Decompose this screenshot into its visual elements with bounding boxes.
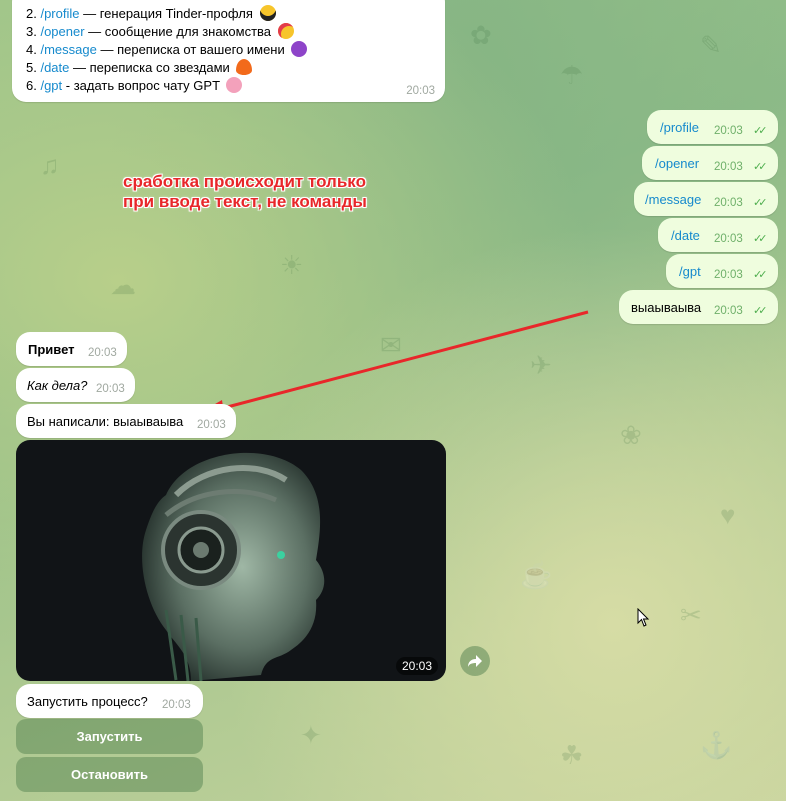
outgoing-message[interactable]: /profile 20:03 ✓✓ <box>647 110 778 144</box>
message-time: 20:03 <box>88 347 117 359</box>
sunglasses-emoji-icon <box>259 5 276 21</box>
smiling-devil-emoji-icon <box>291 41 308 57</box>
annotation-line-2: при вводе текст, не команды <box>123 192 367 211</box>
read-checkmarks-icon: ✓✓ <box>753 233 768 245</box>
forward-share-button[interactable] <box>460 646 490 676</box>
incoming-message[interactable]: Запустить процесс? 20:03 <box>16 684 203 718</box>
message-text: Вы написали: выаываыва <box>27 414 184 429</box>
robot-head-image <box>142 452 325 681</box>
background-doodle-icon: ✂ <box>680 600 702 630</box>
menu-message-bubble: 2. /profile — генерация Tinder-профля 3.… <box>12 0 445 102</box>
menu-line-number: 2. <box>26 6 37 21</box>
message-text[interactable]: /profile <box>660 120 699 135</box>
message-text: выаываыва <box>631 300 702 315</box>
message-time: 20:03 <box>714 125 743 137</box>
command-link-opener[interactable]: /opener <box>40 24 84 39</box>
outgoing-message[interactable]: /message 20:03 ✓✓ <box>634 182 778 216</box>
mouse-cursor-icon <box>637 608 650 627</box>
background-doodle-icon: ✎ <box>700 30 722 60</box>
background-doodle-icon: ☂ <box>560 60 584 90</box>
message-time: 20:03 <box>714 269 743 281</box>
menu-line-profile: 2. /profile — генерация Tinder-профля <box>26 5 276 21</box>
background-doodle-icon: ♫ <box>40 150 60 180</box>
background-doodle-icon: ✦ <box>300 720 322 750</box>
message-time: 20:03 <box>714 233 743 245</box>
background-doodle-icon: ♥ <box>720 500 736 530</box>
background-doodle-icon: ☘ <box>560 740 584 770</box>
menu-line-number: 4. <box>26 42 37 57</box>
message-text[interactable]: /message <box>645 192 701 207</box>
menu-line-number: 3. <box>26 24 37 39</box>
outgoing-message[interactable]: /gpt 20:03 ✓✓ <box>666 254 778 288</box>
background-doodle-icon: ⚓ <box>700 730 733 760</box>
message-text: Запустить процесс? <box>27 694 148 709</box>
outgoing-message[interactable]: выаываыва 20:03 ✓✓ <box>619 290 778 324</box>
menu-line-text: — переписка со звездами <box>69 60 230 75</box>
background-doodle-icon: ☕ <box>520 560 553 590</box>
menu-line-date: 5. /date — переписка со звездами <box>26 59 253 75</box>
menu-line-message: 4. /message — переписка от вашего имени <box>26 41 308 57</box>
background-doodle-icon: ☀ <box>280 250 304 280</box>
read-checkmarks-icon: ✓✓ <box>753 305 768 317</box>
brain-emoji-icon <box>226 77 243 93</box>
menu-line-opener: 3. /opener — сообщение для знакомства <box>26 23 294 39</box>
command-link-gpt[interactable]: /gpt <box>40 78 62 93</box>
incoming-message[interactable]: Привет 20:03 <box>16 332 127 366</box>
menu-line-number: 5. <box>26 60 37 75</box>
command-link-message[interactable]: /message <box>40 42 96 57</box>
outgoing-message[interactable]: /opener 20:03 ✓✓ <box>642 146 778 180</box>
incoming-message[interactable]: Вы написали: выаываыва 20:03 <box>16 404 236 438</box>
background-doodle-icon: ✿ <box>470 20 492 50</box>
menu-line-text: — переписка от вашего имени <box>96 42 285 57</box>
menu-line-number: 6. <box>26 78 37 93</box>
stop-button[interactable]: Остановить <box>16 757 203 792</box>
robot-head-photo[interactable]: 20:03 <box>16 440 446 681</box>
smiling-hearts-emoji-icon <box>277 23 294 39</box>
message-text: Привет <box>28 342 75 357</box>
menu-line-text: - задать вопрос чату GPT <box>62 78 220 93</box>
menu-line-text: — генерация Tinder-профля <box>79 6 253 21</box>
menu-line-gpt: 6. /gpt - задать вопрос чату GPT <box>26 77 243 93</box>
background-doodle-icon: ☁ <box>110 270 136 300</box>
annotation-line-1: сработка происходит только <box>123 172 366 191</box>
incoming-message[interactable]: Как дела? 20:03 <box>16 368 135 402</box>
message-time: 20:03 <box>714 305 743 317</box>
message-time: 20:03 <box>714 197 743 209</box>
message-text: Как дела? <box>27 378 88 393</box>
background-doodle-icon: ✈ <box>530 350 552 380</box>
message-time: 20:03 <box>406 85 435 97</box>
command-link-profile[interactable]: /profile <box>40 6 79 21</box>
background-doodle-icon: ✉ <box>380 330 402 360</box>
message-text[interactable]: /date <box>671 228 700 243</box>
message-text[interactable]: /opener <box>655 156 699 171</box>
forward-arrow-icon <box>468 655 482 667</box>
start-button[interactable]: Запустить <box>16 719 203 754</box>
read-checkmarks-icon: ✓✓ <box>753 269 768 281</box>
read-checkmarks-icon: ✓✓ <box>753 125 768 137</box>
message-time: 20:03 <box>162 699 191 711</box>
read-checkmarks-icon: ✓✓ <box>753 161 768 173</box>
read-checkmarks-icon: ✓✓ <box>753 197 768 209</box>
outgoing-message[interactable]: /date 20:03 ✓✓ <box>658 218 778 252</box>
message-time: 20:03 <box>714 161 743 173</box>
background-doodle-icon: ❀ <box>620 420 642 450</box>
fire-emoji-icon <box>236 59 253 75</box>
message-time: 20:03 <box>197 419 226 431</box>
command-link-date[interactable]: /date <box>40 60 69 75</box>
photo-time: 20:03 <box>395 657 438 675</box>
message-time: 20:03 <box>96 383 125 395</box>
annotation-text: сработка происходит только при вводе тек… <box>123 172 367 212</box>
message-text[interactable]: /gpt <box>679 264 701 279</box>
menu-line-text: — сообщение для знакомства <box>84 24 272 39</box>
